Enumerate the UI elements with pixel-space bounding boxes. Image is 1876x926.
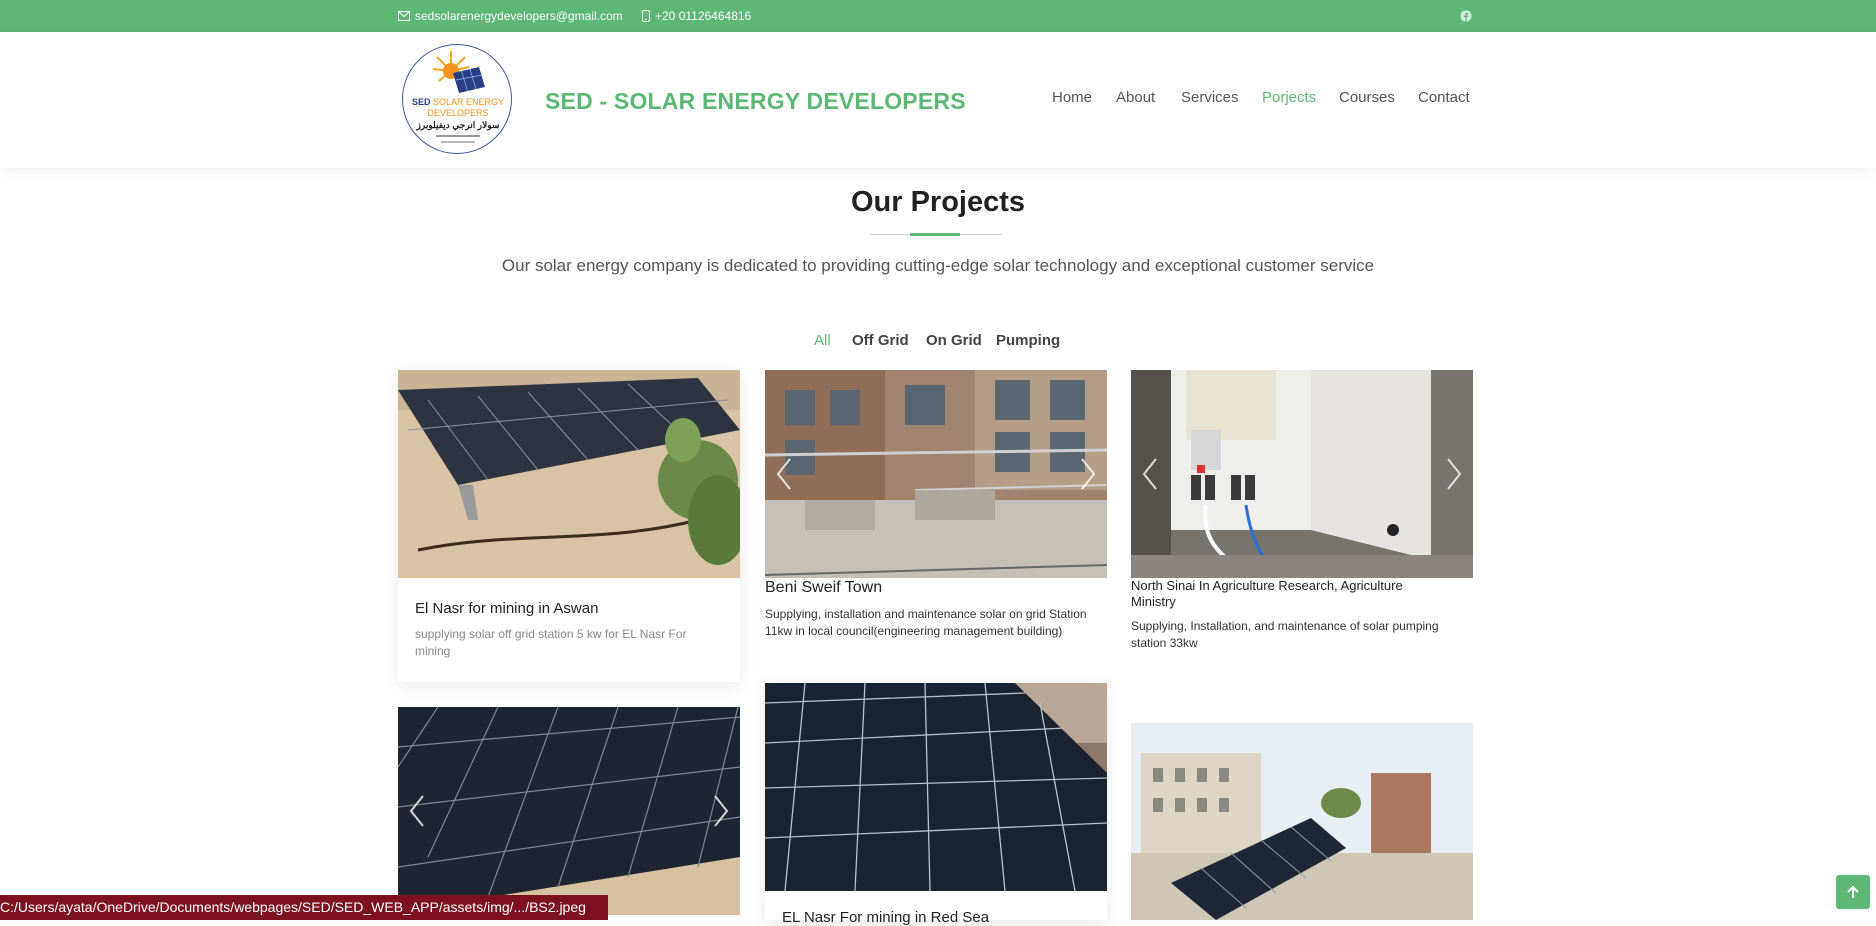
- project-description: supplying solar off grid station 5 kw fo…: [415, 627, 687, 658]
- project-card[interactable]: El Nasr for mining in Aswan supplying so…: [398, 370, 740, 682]
- nav-home[interactable]: Home: [1052, 89, 1092, 106]
- logo-solar-energy: SOLAR ENERGY: [433, 97, 505, 107]
- carousel-next-icon[interactable]: [1445, 456, 1463, 492]
- email-contact[interactable]: sedsolarenergydevelopers@gmail.com: [398, 0, 623, 32]
- facebook-icon[interactable]: [1460, 0, 1472, 32]
- phone-contact[interactable]: +20 01126464816: [642, 0, 751, 32]
- project-card[interactable]: North Sinai In Agriculture Research, Agr…: [1131, 370, 1473, 650]
- carousel-next-icon[interactable]: [712, 793, 730, 829]
- logo-sed: SED: [411, 97, 431, 107]
- logo-developers: DEVELOPERS: [427, 108, 489, 118]
- logo-arabic: سولار انرجي ديفيلوبرز: [416, 120, 500, 130]
- project-title: Beni Sweif Town: [765, 579, 883, 596]
- project-card[interactable]: EL Nasr For mining in Red Sea: [765, 683, 1107, 926]
- phone-text[interactable]: +20 01126464816: [655, 9, 751, 23]
- nav-courses[interactable]: Courses: [1339, 89, 1395, 106]
- site-header: SED SOLAR ENERGY DEVELOPERS سولار انرجي …: [0, 32, 1876, 168]
- project-description: Supplying, Installation, and maintenance…: [1131, 619, 1439, 650]
- project-photo[interactable]: [1131, 723, 1473, 920]
- project-card[interactable]: [398, 707, 740, 920]
- filter-pumping[interactable]: Pumping: [996, 332, 1060, 349]
- brand-name[interactable]: SED - SOLAR ENERGY DEVELOPERS: [545, 88, 966, 115]
- arrow-up-icon: [1847, 885, 1859, 898]
- section-subtitle: Our solar energy company is dedicated to…: [501, 256, 1375, 275]
- project-card[interactable]: Beni Sweif Town Supplying, installation …: [765, 370, 1107, 650]
- browser-status-bar: C:/Users/ayata/OneDrive/Documents/webpag…: [0, 895, 608, 920]
- section-title: Our Projects: [850, 186, 1026, 218]
- project-photo[interactable]: [765, 683, 1107, 891]
- carousel-prev-icon[interactable]: [775, 456, 793, 492]
- project-photo[interactable]: [765, 370, 1107, 578]
- project-photo[interactable]: [398, 707, 740, 915]
- filter-all[interactable]: All: [814, 332, 831, 349]
- carousel-next-icon[interactable]: [1079, 456, 1097, 492]
- project-title: North Sinai In Agriculture Research, Agr…: [1131, 578, 1403, 609]
- carousel-prev-icon[interactable]: [1141, 456, 1159, 492]
- envelope-icon: [398, 11, 410, 21]
- project-title: EL Nasr For mining in Red Sea: [782, 909, 990, 926]
- nav-projects[interactable]: Porjects: [1262, 89, 1316, 106]
- filter-on-grid[interactable]: On Grid: [926, 332, 982, 349]
- top-bar: sedsolarenergydevelopers@gmail.com +20 0…: [0, 0, 1876, 32]
- email-text[interactable]: sedsolarenergydevelopers@gmail.com: [415, 9, 623, 23]
- project-photo[interactable]: [1131, 370, 1473, 578]
- carousel-prev-icon[interactable]: [408, 793, 426, 829]
- project-card[interactable]: [1131, 723, 1473, 920]
- project-photo[interactable]: [398, 370, 740, 578]
- project-title: El Nasr for mining in Aswan: [415, 600, 599, 617]
- project-description: Supplying, installation and maintenance …: [765, 607, 1087, 638]
- title-divider-accent: [910, 233, 960, 236]
- company-logo[interactable]: SED SOLAR ENERGY DEVELOPERS سولار انرجي …: [402, 44, 512, 154]
- filter-off-grid[interactable]: Off Grid: [852, 332, 909, 349]
- mobile-phone-icon: [642, 10, 650, 22]
- nav-about[interactable]: About: [1116, 89, 1155, 106]
- nav-contact[interactable]: Contact: [1418, 89, 1470, 106]
- nav-services[interactable]: Services: [1181, 89, 1239, 106]
- back-to-top-button[interactable]: [1836, 875, 1870, 909]
